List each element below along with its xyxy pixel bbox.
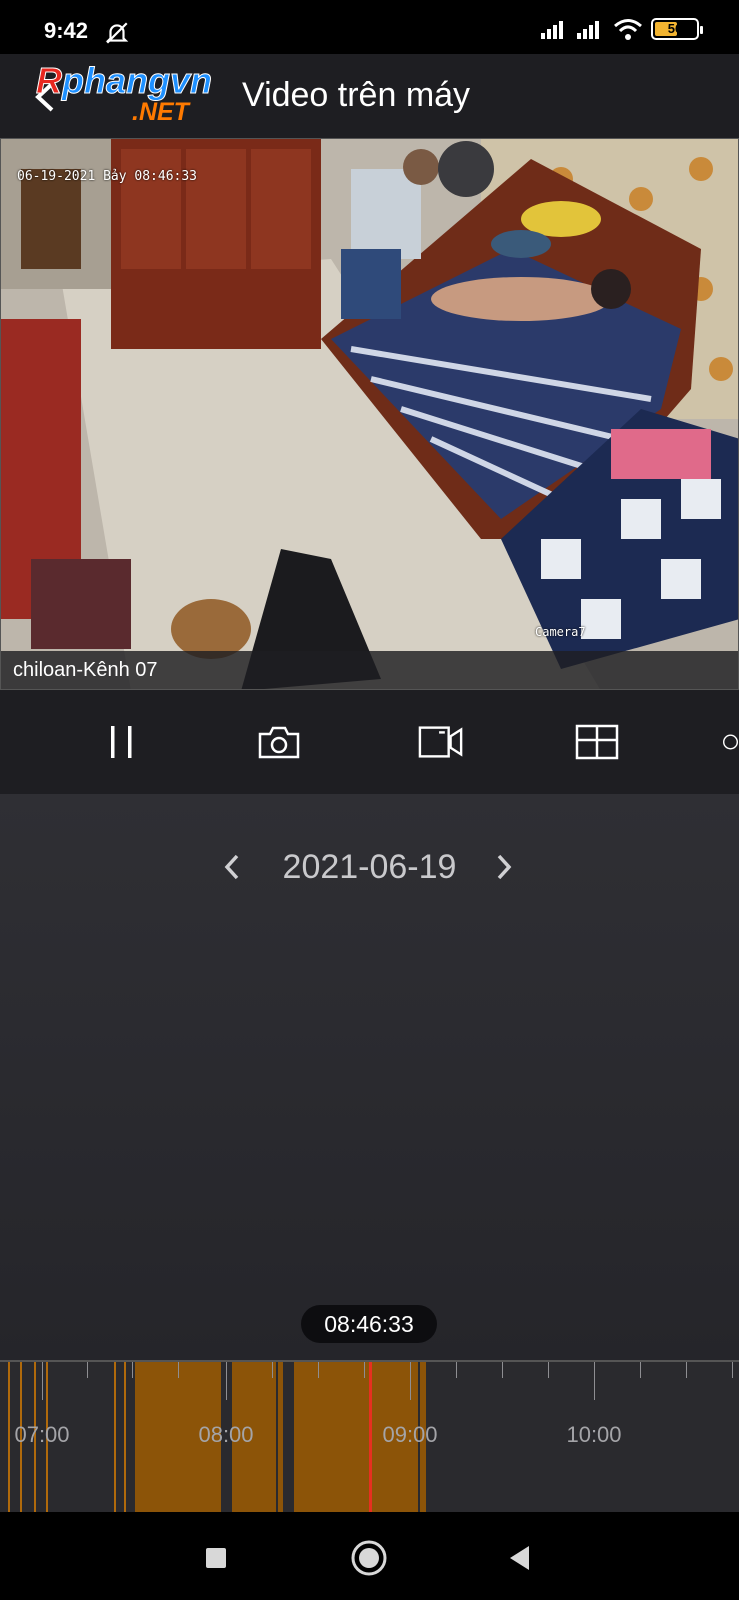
timeline-label: 10:00 — [566, 1422, 622, 1447]
battery-icon: 56 — [651, 18, 703, 40]
recording-segment — [278, 1362, 283, 1512]
tick-minor — [732, 1362, 733, 1378]
home-button[interactable] — [349, 1538, 389, 1578]
timeline-scrubber[interactable]: 07:00 08:00 09:00 10:00 — [0, 1360, 739, 1512]
video-player[interactable]: 06-19-2021 Bảy 08:46:33 Camera7 chiloan-… — [0, 138, 739, 690]
channel-bar: chiloan-Kênh 07 — [1, 651, 738, 689]
status-bar: 9:42 56 — [0, 0, 739, 54]
recents-button[interactable] — [196, 1538, 236, 1578]
current-date[interactable]: 2021-06-19 — [0, 848, 739, 887]
tick-minor — [640, 1362, 641, 1378]
page-title: Video trên máy — [242, 76, 471, 114]
playhead-cursor[interactable] — [369, 1362, 372, 1512]
camera-osd-label: Camera7 — [535, 625, 586, 639]
watermark-logo-sub: .NET — [132, 98, 189, 126]
next-date-icon[interactable] — [492, 852, 516, 882]
tick-major — [42, 1362, 43, 1400]
pause-icon — [111, 726, 132, 758]
snapshot-button[interactable] — [256, 720, 302, 764]
signal-icon — [541, 21, 563, 39]
date-navigator: 2021-06-19 — [0, 842, 739, 892]
wifi-icon — [614, 19, 642, 40]
video-record-icon — [418, 726, 463, 758]
square-icon — [206, 1548, 226, 1568]
tick-minor — [548, 1362, 549, 1378]
app-header: Rphangvn .NET Video trên máy — [0, 54, 739, 138]
recording-mark — [8, 1362, 10, 1512]
recording-mark — [124, 1362, 126, 1512]
mute-bell-icon — [105, 22, 129, 44]
pause-button[interactable] — [98, 720, 144, 764]
playback-toolbar — [0, 690, 739, 794]
record-button[interactable] — [418, 720, 464, 764]
tick-minor — [364, 1362, 365, 1378]
timeline-label: 07:00 — [14, 1422, 70, 1447]
tick-minor — [132, 1362, 133, 1378]
watermark-logo: Rphangvn — [36, 60, 213, 102]
status-icons: 56 — [541, 18, 703, 40]
status-time: 9:42 — [44, 18, 89, 43]
signal-icon-2 — [577, 21, 599, 39]
back-triangle-icon — [510, 1546, 529, 1570]
tick-major — [410, 1362, 411, 1400]
grid-icon — [575, 724, 619, 760]
camera-osd-timestamp: 06-19-2021 Bảy 08:46:33 — [17, 169, 198, 184]
camera-frame — [1, 139, 738, 689]
back-button[interactable] — [500, 1538, 540, 1578]
tick-minor — [272, 1362, 273, 1378]
circle-home-icon — [351, 1540, 387, 1576]
tick-minor — [318, 1362, 319, 1378]
current-time-badge: 08:46:33 — [301, 1305, 437, 1343]
system-nav-bar — [0, 1512, 739, 1600]
tick-minor — [178, 1362, 179, 1378]
playback-panel: 2021-06-19 — [0, 794, 739, 1360]
tick-minor — [502, 1362, 503, 1378]
battery-level: 56 — [667, 21, 683, 36]
current-time: 08:46:33 — [324, 1311, 414, 1337]
tick-major — [226, 1362, 227, 1400]
tick-minor — [87, 1362, 88, 1378]
tick-major — [594, 1362, 595, 1400]
channel-label: chiloan-Kênh 07 — [13, 659, 158, 681]
tick-minor — [456, 1362, 457, 1378]
more-toolbar-button[interactable] — [722, 720, 739, 764]
tick-minor — [686, 1362, 687, 1378]
timeline-label: 09:00 — [382, 1422, 438, 1447]
camera-icon — [258, 726, 300, 759]
more-icon — [722, 734, 739, 750]
layout-grid-button[interactable] — [574, 720, 620, 764]
timeline-label: 08:00 — [198, 1422, 254, 1447]
recording-mark — [114, 1362, 116, 1512]
